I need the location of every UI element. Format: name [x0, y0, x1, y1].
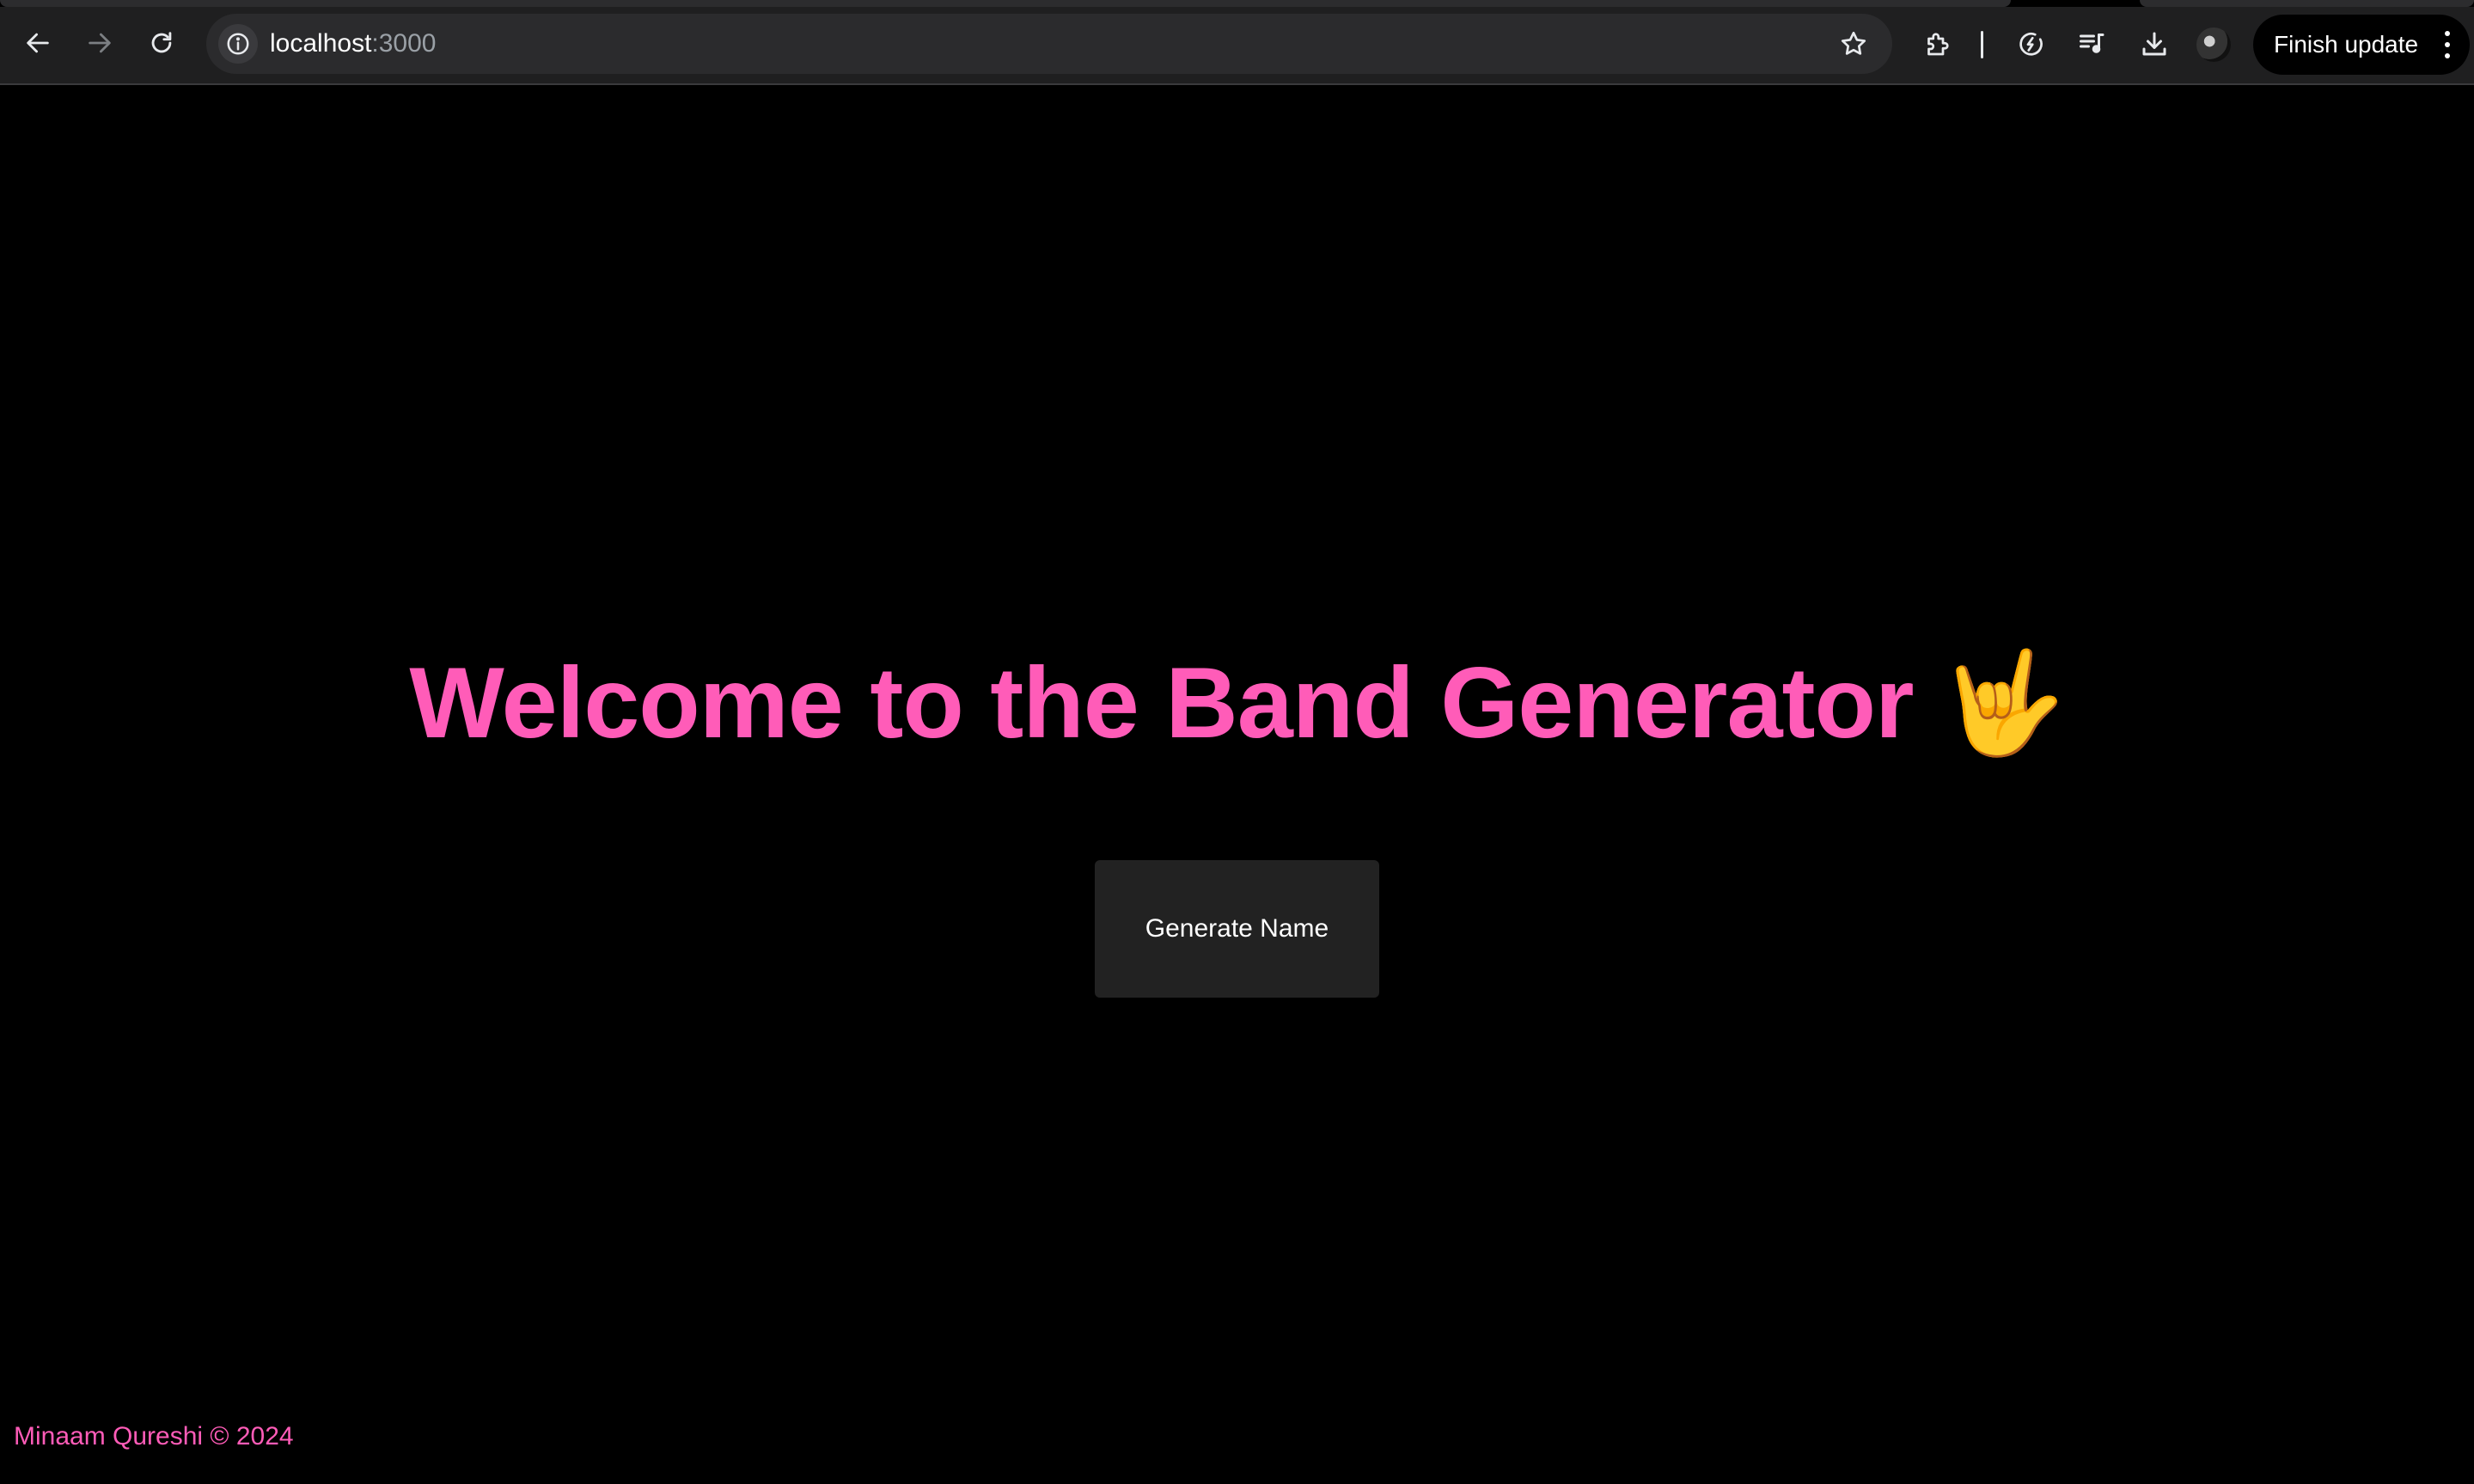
media-controls-button[interactable]: [2073, 24, 2112, 64]
toolbar-divider: [1981, 31, 1983, 58]
url-host: localhost: [270, 29, 372, 58]
address-bar[interactable]: localhost:3000: [206, 14, 1892, 74]
bookmark-button[interactable]: [1834, 24, 1873, 64]
speedometer-icon: [2019, 32, 2043, 56]
footer-copyright: Minaam Qureshi © 2024: [14, 1422, 294, 1450]
page-title-text: Welcome to the Band Generator: [409, 646, 1914, 759]
reload-icon: [151, 32, 172, 53]
puzzle-icon: [1927, 33, 1949, 56]
star-icon: [1841, 31, 1866, 55]
kebab-menu-icon[interactable]: [2439, 27, 2456, 62]
url-port: :3000: [371, 29, 437, 58]
page-content: Welcome to the Band Generator 🤟 Generate…: [0, 85, 2474, 1484]
finish-update-button[interactable]: Finish update: [2253, 15, 2470, 75]
music-queue-icon: [2080, 34, 2104, 53]
info-icon: [227, 33, 249, 55]
browser-toolbar: localhost:3000 Finish update: [0, 0, 2474, 85]
generate-name-button[interactable]: Generate Name: [1095, 860, 1379, 998]
extensions-button[interactable]: [1918, 24, 1958, 64]
performance-button[interactable]: [2011, 24, 2050, 64]
url-text[interactable]: localhost:3000: [270, 14, 436, 74]
arrow-right-icon: [89, 33, 111, 53]
reload-button[interactable]: [141, 22, 182, 64]
site-info-button[interactable]: [218, 24, 258, 64]
forward-button[interactable]: [79, 22, 120, 64]
downloads-button[interactable]: [2135, 24, 2174, 64]
avatar[interactable]: [2196, 27, 2231, 62]
rock-hand-emoji-icon: 🤟: [1940, 646, 2066, 759]
download-icon: [2142, 32, 2166, 56]
page-title: Welcome to the Band Generator 🤟: [0, 644, 2474, 762]
finish-update-label: Finish update: [2274, 31, 2419, 58]
arrow-left-icon: [27, 33, 49, 53]
back-button[interactable]: [17, 22, 58, 64]
tab-strip: [0, 0, 2474, 7]
